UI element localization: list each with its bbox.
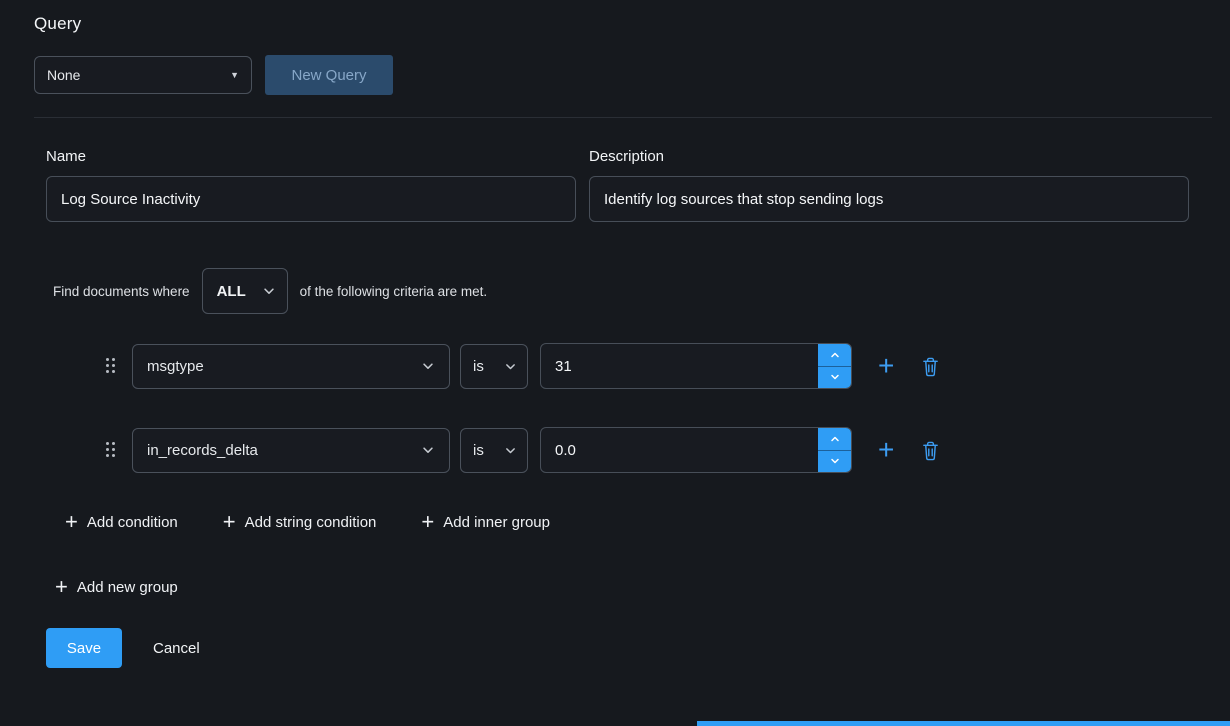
chevron-down-icon bbox=[504, 360, 517, 373]
query-picker-row: None ▼ New Query bbox=[34, 55, 1212, 95]
stepper-up-button[interactable] bbox=[818, 428, 851, 450]
add-new-group-label: Add new group bbox=[77, 579, 178, 596]
value-input[interactable] bbox=[541, 344, 818, 388]
value-input[interactable] bbox=[541, 428, 818, 472]
number-stepper bbox=[818, 428, 851, 472]
match-type-select-value: ALL bbox=[217, 283, 246, 300]
condition-row: msgtype is bbox=[34, 343, 1212, 389]
add-inner-group-link[interactable]: + Add inner group bbox=[421, 511, 550, 533]
chevron-down-icon bbox=[421, 443, 435, 457]
section-divider bbox=[34, 117, 1212, 118]
add-links-row: + Add condition + Add string condition +… bbox=[34, 511, 1212, 533]
operator-select-value: is bbox=[473, 442, 484, 459]
criteria-prefix-text: Find documents where bbox=[53, 284, 190, 299]
add-condition-label: Add condition bbox=[87, 514, 178, 531]
delete-condition-button[interactable] bbox=[921, 440, 940, 461]
cancel-button[interactable]: Cancel bbox=[153, 640, 200, 657]
chevron-down-icon bbox=[421, 359, 435, 373]
description-field-group: Description bbox=[589, 148, 1189, 222]
caret-down-icon: ▼ bbox=[230, 70, 239, 80]
trash-icon bbox=[921, 356, 940, 377]
add-new-group-link[interactable]: + Add new group bbox=[55, 576, 178, 598]
value-input-group bbox=[540, 343, 852, 389]
stepper-down-button[interactable] bbox=[818, 450, 851, 473]
conditions-list: msgtype is bbox=[34, 343, 1212, 473]
field-select-value: in_records_delta bbox=[147, 442, 258, 459]
plus-icon: + bbox=[421, 511, 434, 533]
name-label: Name bbox=[46, 148, 576, 165]
delete-condition-button[interactable] bbox=[921, 356, 940, 377]
chevron-up-icon bbox=[829, 433, 841, 445]
add-string-condition-link[interactable]: + Add string condition bbox=[223, 511, 377, 533]
criteria-sentence: Find documents where ALL of the followin… bbox=[34, 268, 1212, 314]
add-condition-inline-button[interactable]: + bbox=[878, 436, 894, 464]
condition-row: in_records_delta is bbox=[34, 427, 1212, 473]
plus-icon: + bbox=[65, 511, 78, 533]
chevron-up-icon bbox=[829, 349, 841, 361]
description-label: Description bbox=[589, 148, 1189, 165]
add-new-group-row: + Add new group bbox=[34, 576, 1212, 598]
saved-query-select-value: None bbox=[47, 67, 80, 83]
new-query-button[interactable]: New Query bbox=[265, 55, 393, 95]
add-condition-link[interactable]: + Add condition bbox=[65, 511, 178, 533]
operator-select-value: is bbox=[473, 358, 484, 375]
saved-query-select[interactable]: None ▼ bbox=[34, 56, 252, 94]
field-select[interactable]: in_records_delta bbox=[132, 428, 450, 473]
drag-handle-icon[interactable] bbox=[106, 358, 115, 374]
query-builder-panel: Query None ▼ New Query Name Description … bbox=[0, 0, 1230, 726]
chevron-down-icon bbox=[504, 444, 517, 457]
number-stepper bbox=[818, 344, 851, 388]
footer-actions: Save Cancel bbox=[34, 628, 1212, 668]
trash-icon bbox=[921, 440, 940, 461]
plus-icon: + bbox=[223, 511, 236, 533]
add-inner-group-label: Add inner group bbox=[443, 514, 550, 531]
add-string-condition-label: Add string condition bbox=[245, 514, 377, 531]
name-description-row: Name Description bbox=[34, 148, 1212, 222]
name-field-group: Name bbox=[46, 148, 576, 222]
operator-select[interactable]: is bbox=[460, 344, 528, 389]
add-condition-inline-button[interactable]: + bbox=[878, 352, 894, 380]
stepper-down-button[interactable] bbox=[818, 366, 851, 389]
chevron-down-icon bbox=[829, 371, 841, 383]
name-input[interactable] bbox=[46, 176, 576, 222]
criteria-suffix-text: of the following criteria are met. bbox=[300, 284, 488, 299]
value-input-group bbox=[540, 427, 852, 473]
chevron-down-icon bbox=[262, 284, 276, 298]
match-type-select[interactable]: ALL bbox=[202, 268, 288, 314]
plus-icon: + bbox=[55, 576, 68, 598]
chevron-down-icon bbox=[829, 455, 841, 467]
description-input[interactable] bbox=[589, 176, 1189, 222]
field-select[interactable]: msgtype bbox=[132, 344, 450, 389]
field-select-value: msgtype bbox=[147, 358, 204, 375]
save-button[interactable]: Save bbox=[46, 628, 122, 668]
page-title: Query bbox=[34, 14, 1212, 34]
drag-handle-icon[interactable] bbox=[106, 442, 115, 458]
stepper-up-button[interactable] bbox=[818, 344, 851, 366]
operator-select[interactable]: is bbox=[460, 428, 528, 473]
horizontal-scrollbar-thumb[interactable] bbox=[697, 721, 1230, 726]
